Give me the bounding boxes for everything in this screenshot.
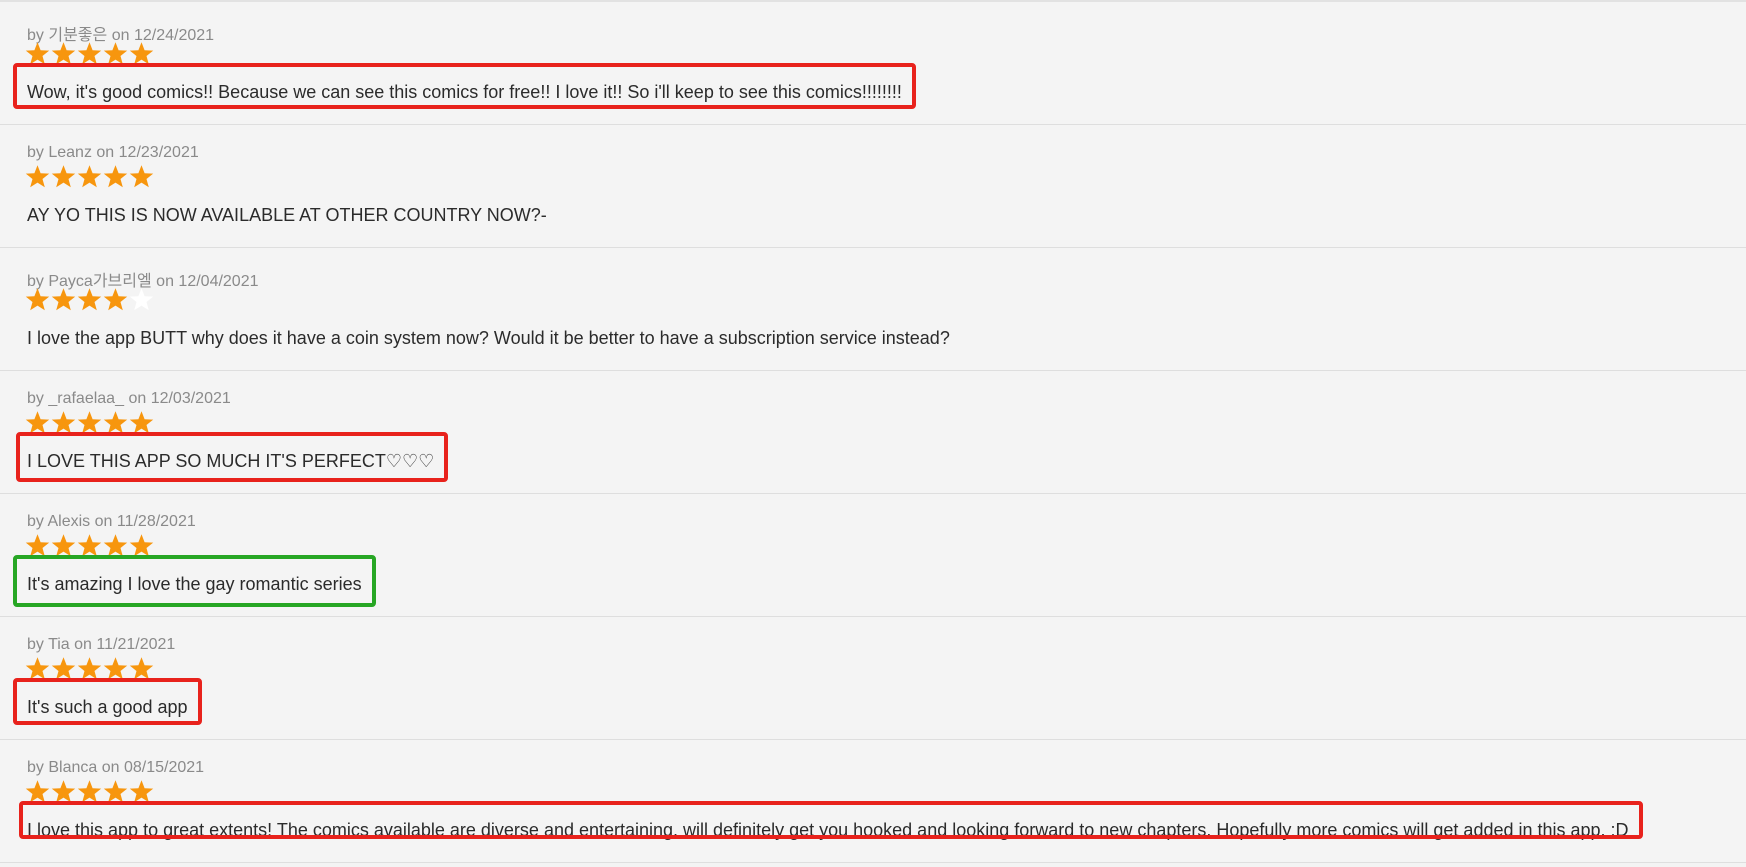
on-label: on [74, 636, 92, 653]
star-filled-icon [25, 164, 50, 189]
star-filled-icon [25, 533, 50, 558]
review-item: by Tia on 11/21/2021 It's such a good ap… [0, 617, 1746, 740]
on-label: on [101, 759, 120, 776]
review-author[interactable]: Tia [48, 636, 70, 653]
star-empty-icon [129, 287, 154, 312]
review-text: I love the app BUTT why does it have a c… [27, 328, 950, 348]
star-filled-icon [103, 287, 128, 312]
star-filled-icon [103, 410, 128, 435]
review-item: by Leanz on 12/23/2021 AY YO THIS IS NOW… [0, 125, 1746, 248]
star-filled-icon [77, 533, 102, 558]
star-filled-icon [51, 41, 76, 66]
star-filled-icon [77, 287, 102, 312]
by-label: by [27, 144, 44, 161]
star-filled-icon [51, 287, 76, 312]
review-text: It's such a good app [27, 697, 188, 717]
review-date: 11/21/2021 [96, 636, 176, 653]
star-filled-icon [25, 41, 50, 66]
star-rating [25, 164, 154, 190]
star-filled-icon [129, 410, 154, 435]
star-filled-icon [103, 533, 128, 558]
star-filled-icon [51, 656, 76, 681]
star-rating [25, 41, 154, 67]
star-filled-icon [129, 164, 154, 189]
star-filled-icon [77, 779, 102, 804]
review-meta: by Tia on 11/21/2021 [27, 636, 175, 654]
review-author[interactable]: Blanca [48, 759, 97, 776]
star-rating [25, 287, 154, 313]
star-filled-icon [103, 656, 128, 681]
review-item: by Blanca on 08/15/2021 I love this app … [0, 740, 1746, 863]
review-author[interactable]: Leanz [48, 144, 92, 161]
review-list: by 기분좋은 on 12/24/2021 Wow, it's good com… [0, 0, 1746, 867]
star-rating [25, 779, 154, 805]
review-meta: by Leanz on 12/23/2021 [27, 144, 199, 162]
star-filled-icon [103, 779, 128, 804]
review-date: 11/28/2021 [116, 513, 196, 530]
by-label: by [27, 636, 44, 653]
star-filled-icon [129, 656, 154, 681]
by-label: by [27, 513, 44, 530]
review-text: I LOVE THIS APP SO MUCH IT'S PERFECT♡♡♡ [27, 451, 435, 471]
star-filled-icon [77, 41, 102, 66]
star-filled-icon [77, 410, 102, 435]
star-filled-icon [129, 533, 154, 558]
review-meta: by Alexis on 11/28/2021 [27, 513, 196, 531]
star-filled-icon [51, 410, 76, 435]
review-item: by _rafaelaa_ on 12/03/2021 I LOVE THIS … [0, 371, 1746, 494]
review-date: 12/04/2021 [178, 273, 259, 290]
review-text: AY YO THIS IS NOW AVAILABLE AT OTHER COU… [27, 205, 547, 225]
review-date: 12/03/2021 [150, 390, 231, 407]
review-text: Wow, it's good comics!! Because we can s… [27, 82, 902, 102]
review-item: by Alexis on 11/28/2021 It's amazing I l… [0, 494, 1746, 617]
review-item: by 기분좋은 on 12/24/2021 Wow, it's good com… [0, 2, 1746, 125]
review-author[interactable]: _rafaelaa_ [48, 390, 124, 407]
star-filled-icon [129, 41, 154, 66]
star-filled-icon [77, 164, 102, 189]
star-rating [25, 656, 154, 682]
by-label: by [27, 759, 44, 776]
on-label: on [94, 513, 113, 530]
star-filled-icon [25, 656, 50, 681]
star-filled-icon [51, 533, 76, 558]
review-text: I love this app to great extents! The co… [27, 820, 1629, 840]
star-filled-icon [25, 410, 50, 435]
on-label: on [96, 144, 115, 161]
by-label: by [27, 390, 44, 407]
star-filled-icon [103, 164, 128, 189]
star-rating [25, 410, 154, 436]
review-date: 12/23/2021 [118, 144, 199, 161]
star-filled-icon [51, 779, 76, 804]
star-filled-icon [25, 779, 50, 804]
on-label: on [128, 390, 147, 407]
star-filled-icon [103, 41, 128, 66]
review-author[interactable]: Alexis [47, 513, 90, 530]
review-text: It's amazing I love the gay romantic ser… [27, 574, 362, 594]
star-filled-icon [77, 656, 102, 681]
review-date: 08/15/2021 [123, 759, 205, 776]
star-filled-icon [129, 779, 154, 804]
star-filled-icon [25, 287, 50, 312]
star-rating [25, 533, 154, 559]
star-filled-icon [51, 164, 76, 189]
review-meta: by Blanca on 08/15/2021 [27, 759, 204, 777]
review-meta: by _rafaelaa_ on 12/03/2021 [27, 390, 231, 408]
review-item: by Payca가브리엘 on 12/04/2021 I love the ap… [0, 248, 1746, 371]
on-label: on [156, 273, 174, 290]
